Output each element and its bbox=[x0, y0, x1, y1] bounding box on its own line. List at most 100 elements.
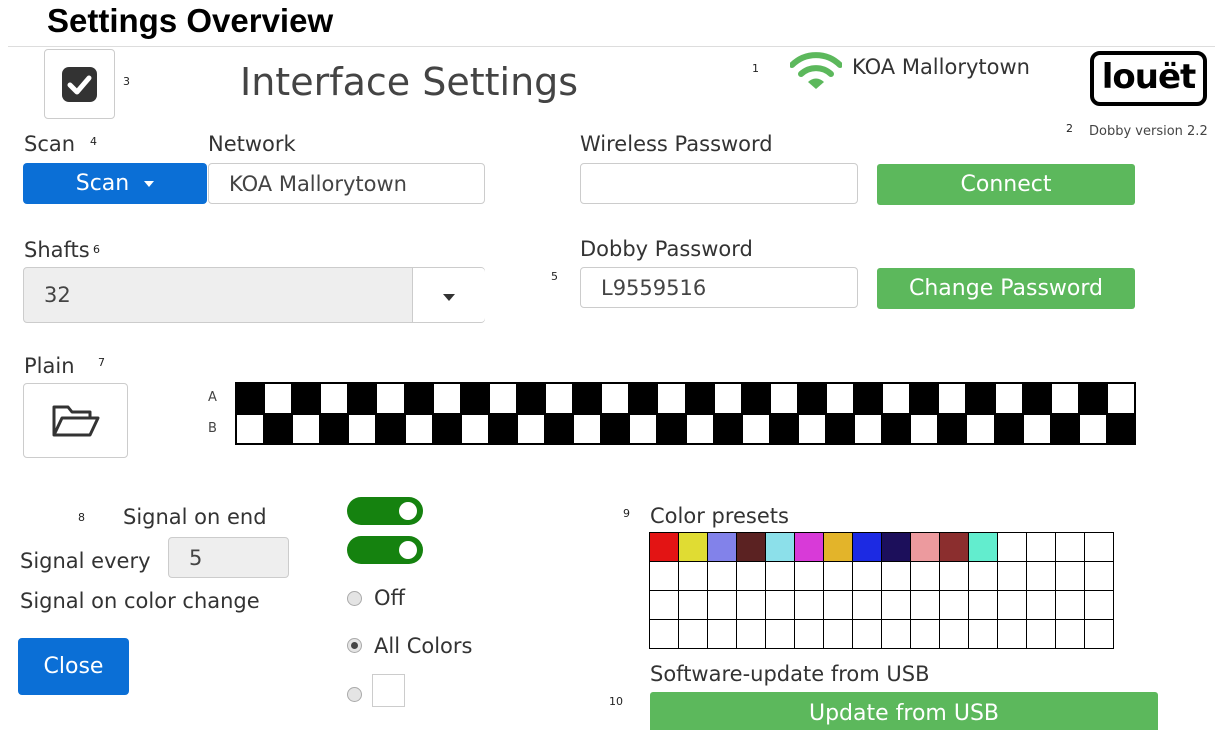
weave-cell[interactable] bbox=[910, 413, 939, 444]
color-preset-cell[interactable] bbox=[1084, 619, 1114, 649]
weave-cell[interactable] bbox=[460, 413, 489, 444]
color-preset-cell[interactable] bbox=[765, 590, 795, 620]
color-preset-cell[interactable] bbox=[678, 590, 708, 620]
close-button[interactable]: Close bbox=[18, 638, 129, 695]
weave-cell[interactable] bbox=[320, 413, 349, 444]
weave-cell[interactable] bbox=[488, 413, 517, 444]
color-preset-cell[interactable] bbox=[910, 619, 940, 649]
weave-cell[interactable] bbox=[938, 383, 967, 414]
weave-cell[interactable] bbox=[657, 413, 686, 444]
color-presets-grid[interactable] bbox=[649, 532, 1114, 649]
weave-cell[interactable] bbox=[713, 383, 742, 414]
color-preset-cell[interactable] bbox=[968, 532, 998, 562]
color-preset-cell[interactable] bbox=[794, 561, 824, 591]
color-preset-cell[interactable] bbox=[707, 590, 737, 620]
weave-cell[interactable] bbox=[938, 413, 967, 444]
weave-cell[interactable] bbox=[264, 413, 293, 444]
color-preset-cell[interactable] bbox=[736, 532, 766, 562]
color-preset-cell[interactable] bbox=[736, 619, 766, 649]
weave-cell[interactable] bbox=[236, 413, 265, 444]
color-preset-cell[interactable] bbox=[1026, 590, 1056, 620]
weave-cell[interactable] bbox=[882, 413, 911, 444]
color-preset-cell[interactable] bbox=[794, 590, 824, 620]
weave-cell[interactable] bbox=[348, 413, 377, 444]
color-preset-cell[interactable] bbox=[1055, 590, 1085, 620]
color-preset-cell[interactable] bbox=[794, 619, 824, 649]
color-preset-cell[interactable] bbox=[823, 619, 853, 649]
color-preset-cell[interactable] bbox=[765, 561, 795, 591]
weave-cell[interactable] bbox=[601, 383, 630, 414]
signal-every-toggle[interactable] bbox=[347, 536, 423, 564]
color-preset-cell[interactable] bbox=[997, 532, 1027, 562]
color-preset-cell[interactable] bbox=[649, 590, 679, 620]
weave-cell[interactable] bbox=[545, 413, 574, 444]
custom-color-swatch[interactable] bbox=[372, 674, 405, 707]
color-preset-cell[interactable] bbox=[1055, 532, 1085, 562]
weave-cell[interactable] bbox=[966, 383, 995, 414]
network-input[interactable]: KOA Mallorytown bbox=[208, 163, 485, 204]
signal-every-input[interactable]: 5 bbox=[168, 537, 289, 578]
color-preset-cell[interactable] bbox=[1084, 561, 1114, 591]
color-preset-cell[interactable] bbox=[910, 532, 940, 562]
weave-cell[interactable] bbox=[432, 413, 461, 444]
color-preset-cell[interactable] bbox=[794, 532, 824, 562]
color-preset-cell[interactable] bbox=[997, 590, 1027, 620]
signal-on-end-toggle[interactable] bbox=[347, 497, 423, 525]
color-preset-cell[interactable] bbox=[939, 590, 969, 620]
color-preset-cell[interactable] bbox=[678, 561, 708, 591]
weave-cell[interactable] bbox=[404, 413, 433, 444]
weave-cell[interactable] bbox=[1078, 413, 1107, 444]
weave-cell[interactable] bbox=[741, 383, 770, 414]
color-preset-cell[interactable] bbox=[649, 532, 679, 562]
color-preset-cell[interactable] bbox=[939, 532, 969, 562]
update-from-usb-button[interactable]: Update from USB bbox=[650, 692, 1158, 730]
color-preset-cell[interactable] bbox=[765, 532, 795, 562]
weave-cell[interactable] bbox=[797, 383, 826, 414]
color-preset-cell[interactable] bbox=[968, 590, 998, 620]
weave-cell[interactable] bbox=[1050, 413, 1079, 444]
weave-cell[interactable] bbox=[516, 383, 546, 414]
color-preset-cell[interactable] bbox=[939, 619, 969, 649]
settings-checkbox[interactable] bbox=[44, 49, 115, 119]
weave-cell[interactable] bbox=[685, 383, 714, 414]
weave-cell[interactable] bbox=[1078, 383, 1107, 414]
shafts-dropdown-toggle[interactable] bbox=[412, 268, 485, 322]
weave-cell[interactable] bbox=[236, 383, 265, 414]
color-preset-cell[interactable] bbox=[910, 561, 940, 591]
weave-cell[interactable] bbox=[573, 383, 602, 414]
dobby-password-input[interactable]: L9559516 bbox=[580, 267, 858, 308]
weave-cell[interactable] bbox=[320, 383, 349, 414]
color-preset-cell[interactable] bbox=[707, 532, 737, 562]
color-preset-cell[interactable] bbox=[736, 590, 766, 620]
color-preset-cell[interactable] bbox=[1084, 532, 1114, 562]
scan-button[interactable]: Scan bbox=[23, 163, 207, 204]
weave-cell[interactable] bbox=[348, 383, 377, 414]
color-preset-cell[interactable] bbox=[852, 619, 882, 649]
weave-cell[interactable] bbox=[460, 383, 489, 414]
weave-cell[interactable] bbox=[994, 383, 1023, 414]
weave-cell[interactable] bbox=[1106, 413, 1135, 444]
radio-custom-color[interactable] bbox=[347, 687, 362, 702]
color-preset-cell[interactable] bbox=[997, 619, 1027, 649]
color-preset-cell[interactable] bbox=[939, 561, 969, 591]
color-preset-cell[interactable] bbox=[1084, 590, 1114, 620]
weave-cell[interactable] bbox=[713, 413, 742, 444]
weave-cell[interactable] bbox=[910, 383, 939, 414]
color-preset-cell[interactable] bbox=[649, 619, 679, 649]
weave-cell[interactable] bbox=[769, 413, 798, 444]
color-preset-cell[interactable] bbox=[881, 619, 911, 649]
weave-cell[interactable] bbox=[657, 383, 686, 414]
plain-weave-grid[interactable] bbox=[235, 382, 1136, 445]
shafts-select[interactable]: 32 bbox=[23, 267, 485, 323]
weave-cell[interactable] bbox=[376, 383, 405, 414]
weave-cell[interactable] bbox=[573, 413, 602, 444]
weave-cell[interactable] bbox=[516, 413, 546, 444]
weave-cell[interactable] bbox=[404, 383, 433, 414]
color-preset-cell[interactable] bbox=[1026, 561, 1056, 591]
weave-cell[interactable] bbox=[292, 383, 321, 414]
weave-cell[interactable] bbox=[376, 413, 405, 444]
color-preset-cell[interactable] bbox=[1026, 619, 1056, 649]
color-preset-cell[interactable] bbox=[881, 590, 911, 620]
color-preset-cell[interactable] bbox=[823, 561, 853, 591]
color-preset-cell[interactable] bbox=[649, 561, 679, 591]
